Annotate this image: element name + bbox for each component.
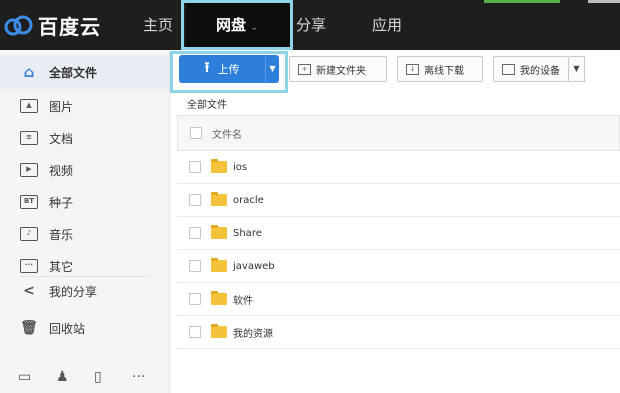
my-devices-label: 我的设备 (520, 65, 560, 77)
row-checkbox[interactable] (189, 161, 201, 173)
folder-icon (211, 324, 227, 338)
other-icon: ··· (20, 259, 38, 273)
music-icon: ♪ (20, 227, 38, 241)
sidebar-item-label: 音乐 (49, 227, 74, 242)
my-devices-button[interactable]: 我的设备 (493, 56, 569, 82)
sidebar-item-recycle-bin[interactable]: 🗑 回收站 (0, 311, 169, 345)
row-checkbox[interactable] (189, 194, 201, 206)
sidebar-item-label: 全部文件 (49, 65, 98, 80)
sidebar-item-label: 其它 (49, 259, 74, 274)
new-folder-icon: + (298, 63, 311, 75)
file-name[interactable]: oracle (233, 195, 264, 206)
file-row[interactable]: 我的资源 (177, 316, 620, 349)
file-name[interactable]: Share (233, 228, 262, 239)
sidebar-item-music[interactable]: ♪ 音乐 (0, 217, 169, 251)
upload-icon: ⭱ (204, 60, 210, 76)
file-name[interactable]: javaweb (233, 261, 275, 272)
file-row[interactable]: ios (177, 151, 620, 184)
row-checkbox[interactable] (189, 326, 201, 338)
logo-text: 百度云 (38, 14, 101, 39)
sidebar-item-label: 图片 (49, 99, 74, 114)
image-icon: ▲ (20, 99, 38, 113)
file-row[interactable]: 软件 (177, 283, 620, 316)
download-icon: ↓ (406, 63, 419, 75)
trash-icon: 🗑 (20, 320, 38, 336)
sidebar-item-all-files[interactable]: ⌂ 全部文件 (0, 55, 169, 89)
folder-icon (211, 291, 227, 305)
bt-icon: BT (20, 195, 38, 209)
sidebar: ⌂ 全部文件 ▲ 图片 ≡ 文档 ▶ 视频 BT 种子 ♪ 音乐 ··· 其它 … (0, 50, 170, 393)
sidebar-item-label: 文档 (49, 131, 74, 146)
offline-download-label: 离线下载 (424, 65, 464, 77)
upload-dropdown-icon[interactable]: ▼ (265, 55, 279, 83)
share-icon: < (23, 283, 35, 299)
row-checkbox[interactable] (189, 260, 201, 272)
file-list-header: 文件名 (177, 115, 620, 151)
sidebar-item-my-shares[interactable]: < 我的分享 (0, 274, 169, 308)
sidebar-item-label: 我的分享 (49, 284, 98, 299)
top-strip-gray (588, 0, 620, 3)
upload-label: 上传 (217, 63, 240, 76)
more-icon[interactable]: ··· (132, 369, 170, 385)
toolbar: ⭱ 上传 ▼ + 新建文件夹 ↓ 离线下载 我的设备 ▼ (171, 50, 620, 90)
sidebar-item-label: 种子 (49, 195, 74, 210)
row-checkbox[interactable] (189, 293, 201, 305)
folder-icon (211, 159, 227, 173)
file-name[interactable]: 软件 (233, 292, 253, 307)
folder-icon (211, 225, 227, 239)
folder-icon (211, 192, 227, 206)
my-devices-dropdown-icon[interactable]: ▼ (569, 56, 585, 82)
folder-icon (211, 258, 227, 272)
top-strip-green (484, 0, 560, 3)
sidebar-item-images[interactable]: ▲ 图片 (0, 89, 169, 123)
cloud-logo-icon (4, 15, 33, 36)
row-checkbox[interactable] (189, 227, 201, 239)
device-links: ▭ ♟ ▯ ··· (18, 369, 170, 385)
nav-netdisk-label: 网盘 (216, 16, 247, 34)
file-row[interactable]: javaweb (177, 250, 620, 283)
nav-netdisk[interactable]: 网盘 ⌄ (186, 0, 290, 50)
device-icon (502, 63, 515, 75)
file-row[interactable]: Share (177, 217, 620, 250)
chevron-down-icon: ⌄ (250, 22, 259, 33)
sidebar-item-torrents[interactable]: BT 种子 (0, 185, 169, 219)
android-icon[interactable]: ♟ (56, 369, 94, 385)
sidebar-item-videos[interactable]: ▶ 视频 (0, 153, 169, 187)
home-icon: ⌂ (23, 63, 35, 81)
top-nav-bar: 百度云 主页 网盘 ⌄ 分享 应用 (0, 0, 620, 50)
breadcrumb[interactable]: 全部文件 (187, 96, 227, 111)
new-folder-button[interactable]: + 新建文件夹 (289, 56, 387, 82)
file-name[interactable]: 我的资源 (233, 325, 273, 340)
video-icon: ▶ (20, 163, 38, 177)
upload-main[interactable]: ⭱ 上传 (179, 57, 265, 81)
nav-share[interactable]: 分享 (296, 0, 326, 50)
desktop-icon[interactable]: ▭ (18, 369, 56, 385)
file-name[interactable]: ios (233, 162, 247, 173)
tablet-icon[interactable]: ▯ (94, 369, 132, 385)
sidebar-item-documents[interactable]: ≡ 文档 (0, 121, 169, 155)
offline-download-button[interactable]: ↓ 离线下载 (397, 56, 483, 82)
upload-button[interactable]: ⭱ 上传 ▼ (179, 55, 279, 83)
document-icon: ≡ (20, 131, 38, 145)
sidebar-item-label: 视频 (49, 163, 74, 178)
nav-home[interactable]: 主页 (143, 0, 173, 50)
sidebar-item-label: 回收站 (49, 321, 86, 336)
logo[interactable]: 百度云 (4, 9, 101, 41)
file-row[interactable]: oracle (177, 184, 620, 217)
new-folder-label: 新建文件夹 (316, 65, 366, 77)
nav-apps[interactable]: 应用 (372, 0, 402, 50)
filename-column-header[interactable]: 文件名 (212, 126, 242, 141)
main-content: ⭱ 上传 ▼ + 新建文件夹 ↓ 离线下载 我的设备 ▼ 全部文件 文件名 io… (171, 50, 620, 393)
select-all-checkbox[interactable] (190, 127, 202, 139)
